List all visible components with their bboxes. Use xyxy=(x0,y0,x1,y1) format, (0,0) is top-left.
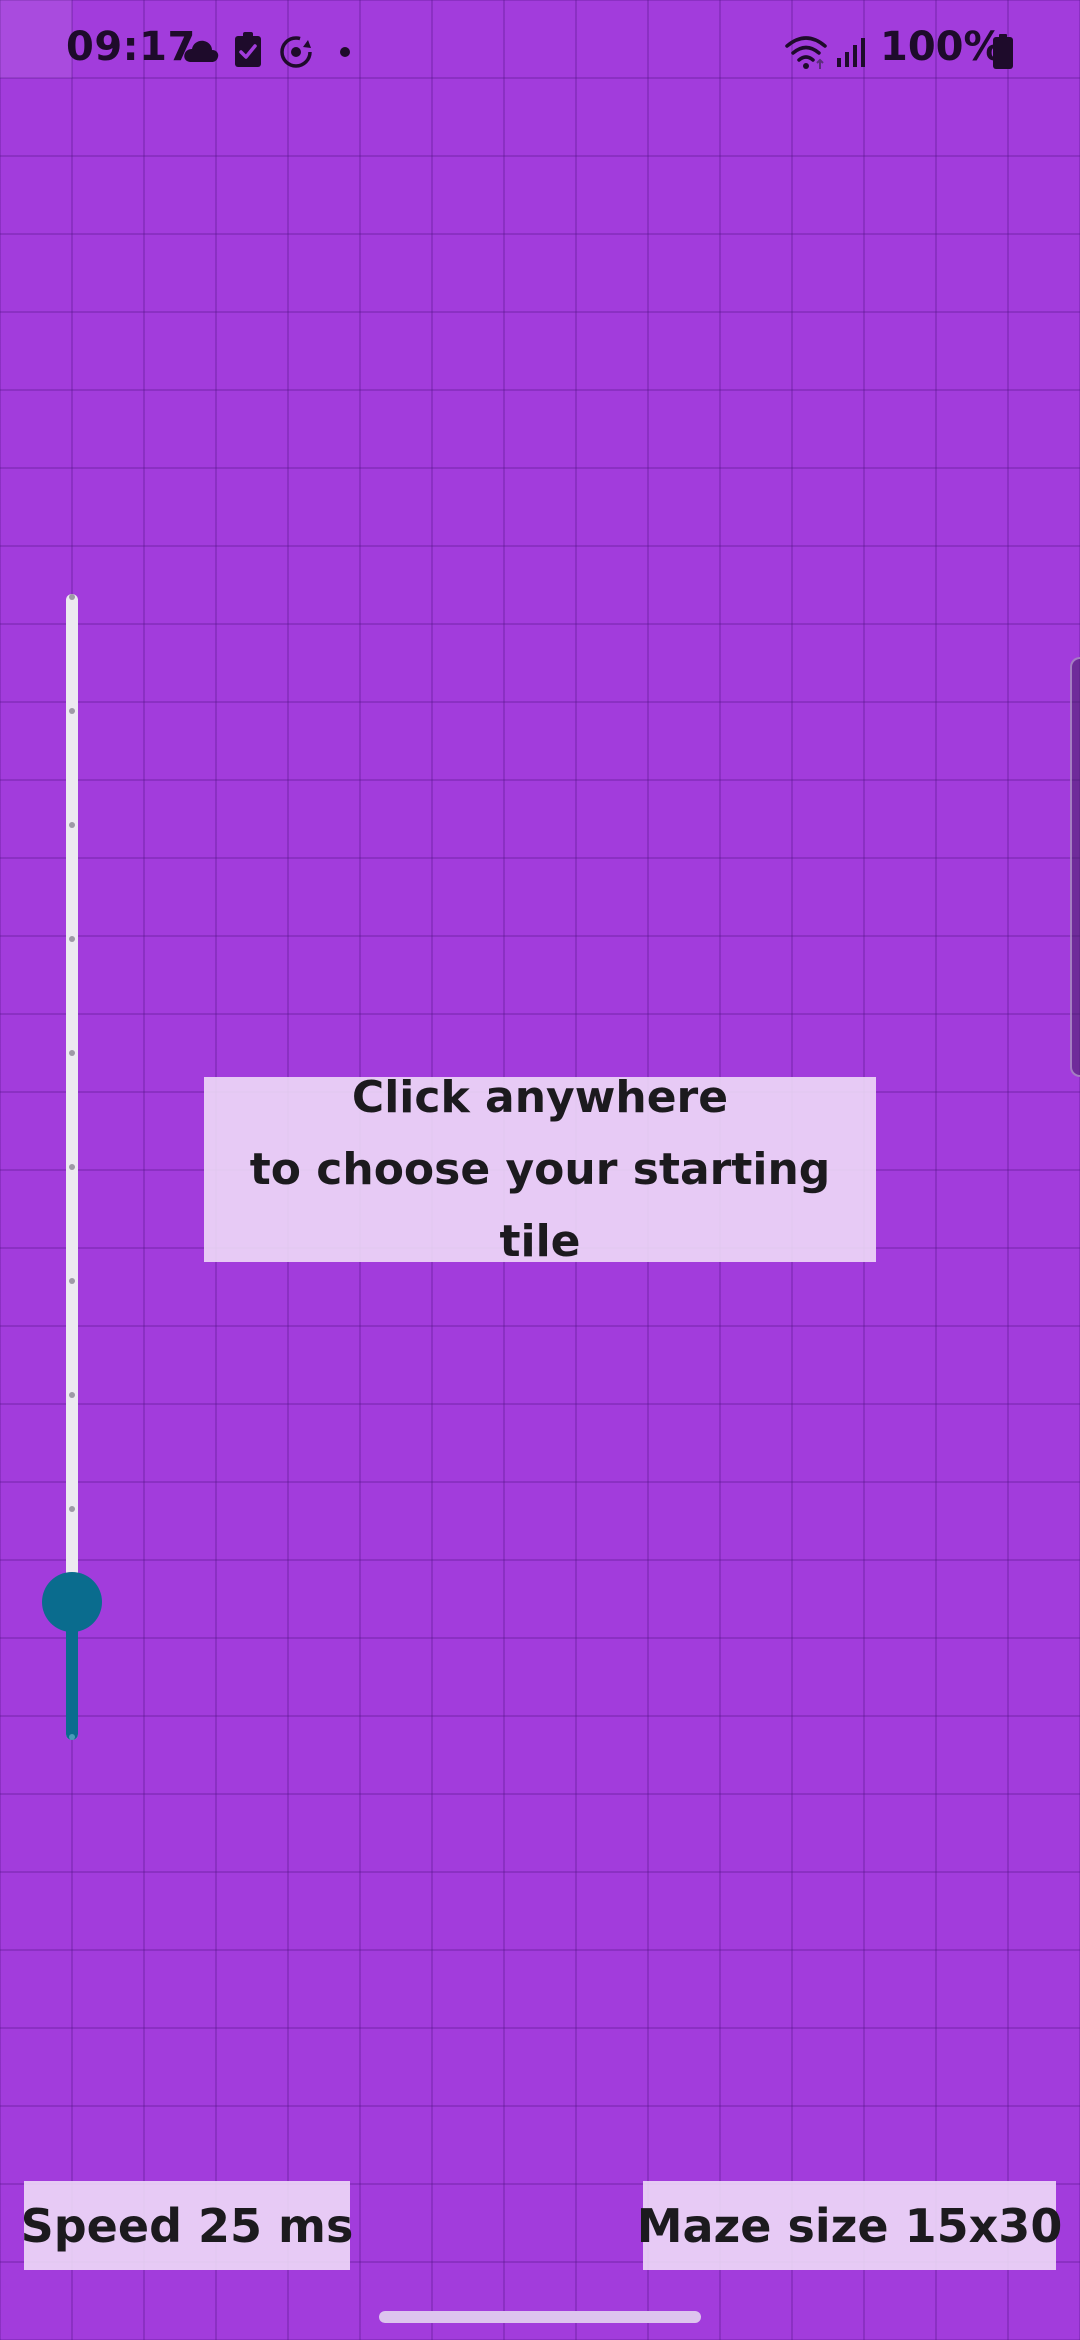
dot-icon xyxy=(340,47,350,57)
slider-tick xyxy=(69,594,75,600)
instruction-message: Click anywhere to choose your starting t… xyxy=(204,1072,876,1267)
wifi-icon xyxy=(785,36,827,69)
maze-size-label[interactable]: Maze size 15x30 xyxy=(637,2181,1062,2270)
instruction-line-2: to choose your starting tile xyxy=(249,1143,831,1267)
instruction-line-1: Click anywhere xyxy=(351,1071,729,1123)
slider-tick xyxy=(69,1050,75,1056)
slider-thumb[interactable] xyxy=(42,1572,102,1633)
cloud-icon xyxy=(184,40,219,62)
cellular-signal-icon xyxy=(837,38,865,67)
task-check-icon xyxy=(235,32,261,67)
slider-tick xyxy=(69,1164,75,1170)
sync-circle-icon xyxy=(280,36,312,68)
battery-icon xyxy=(993,34,1013,69)
speed-label: Speed 25 ms xyxy=(21,2181,353,2270)
maze-board[interactable]: 09:17 100% Click anywhere to choose your… xyxy=(0,0,1080,2340)
grid-corner-cell xyxy=(0,0,72,78)
edge-panel-handle[interactable] xyxy=(1070,657,1080,1077)
gesture-navigation-bar[interactable] xyxy=(379,2311,701,2323)
battery-percentage: 100% xyxy=(880,24,1004,70)
status-bar: 09:17 100% xyxy=(0,0,1080,104)
clock: 09:17 xyxy=(66,24,196,70)
slider-tick xyxy=(69,1506,75,1512)
slider-tick xyxy=(69,936,75,942)
slider-tick xyxy=(69,1734,75,1740)
slider-tick xyxy=(69,822,75,828)
slider-tick xyxy=(69,708,75,714)
slider-tick xyxy=(69,1392,75,1398)
slider-tick xyxy=(69,1278,75,1284)
speed-slider[interactable] xyxy=(40,590,104,1750)
